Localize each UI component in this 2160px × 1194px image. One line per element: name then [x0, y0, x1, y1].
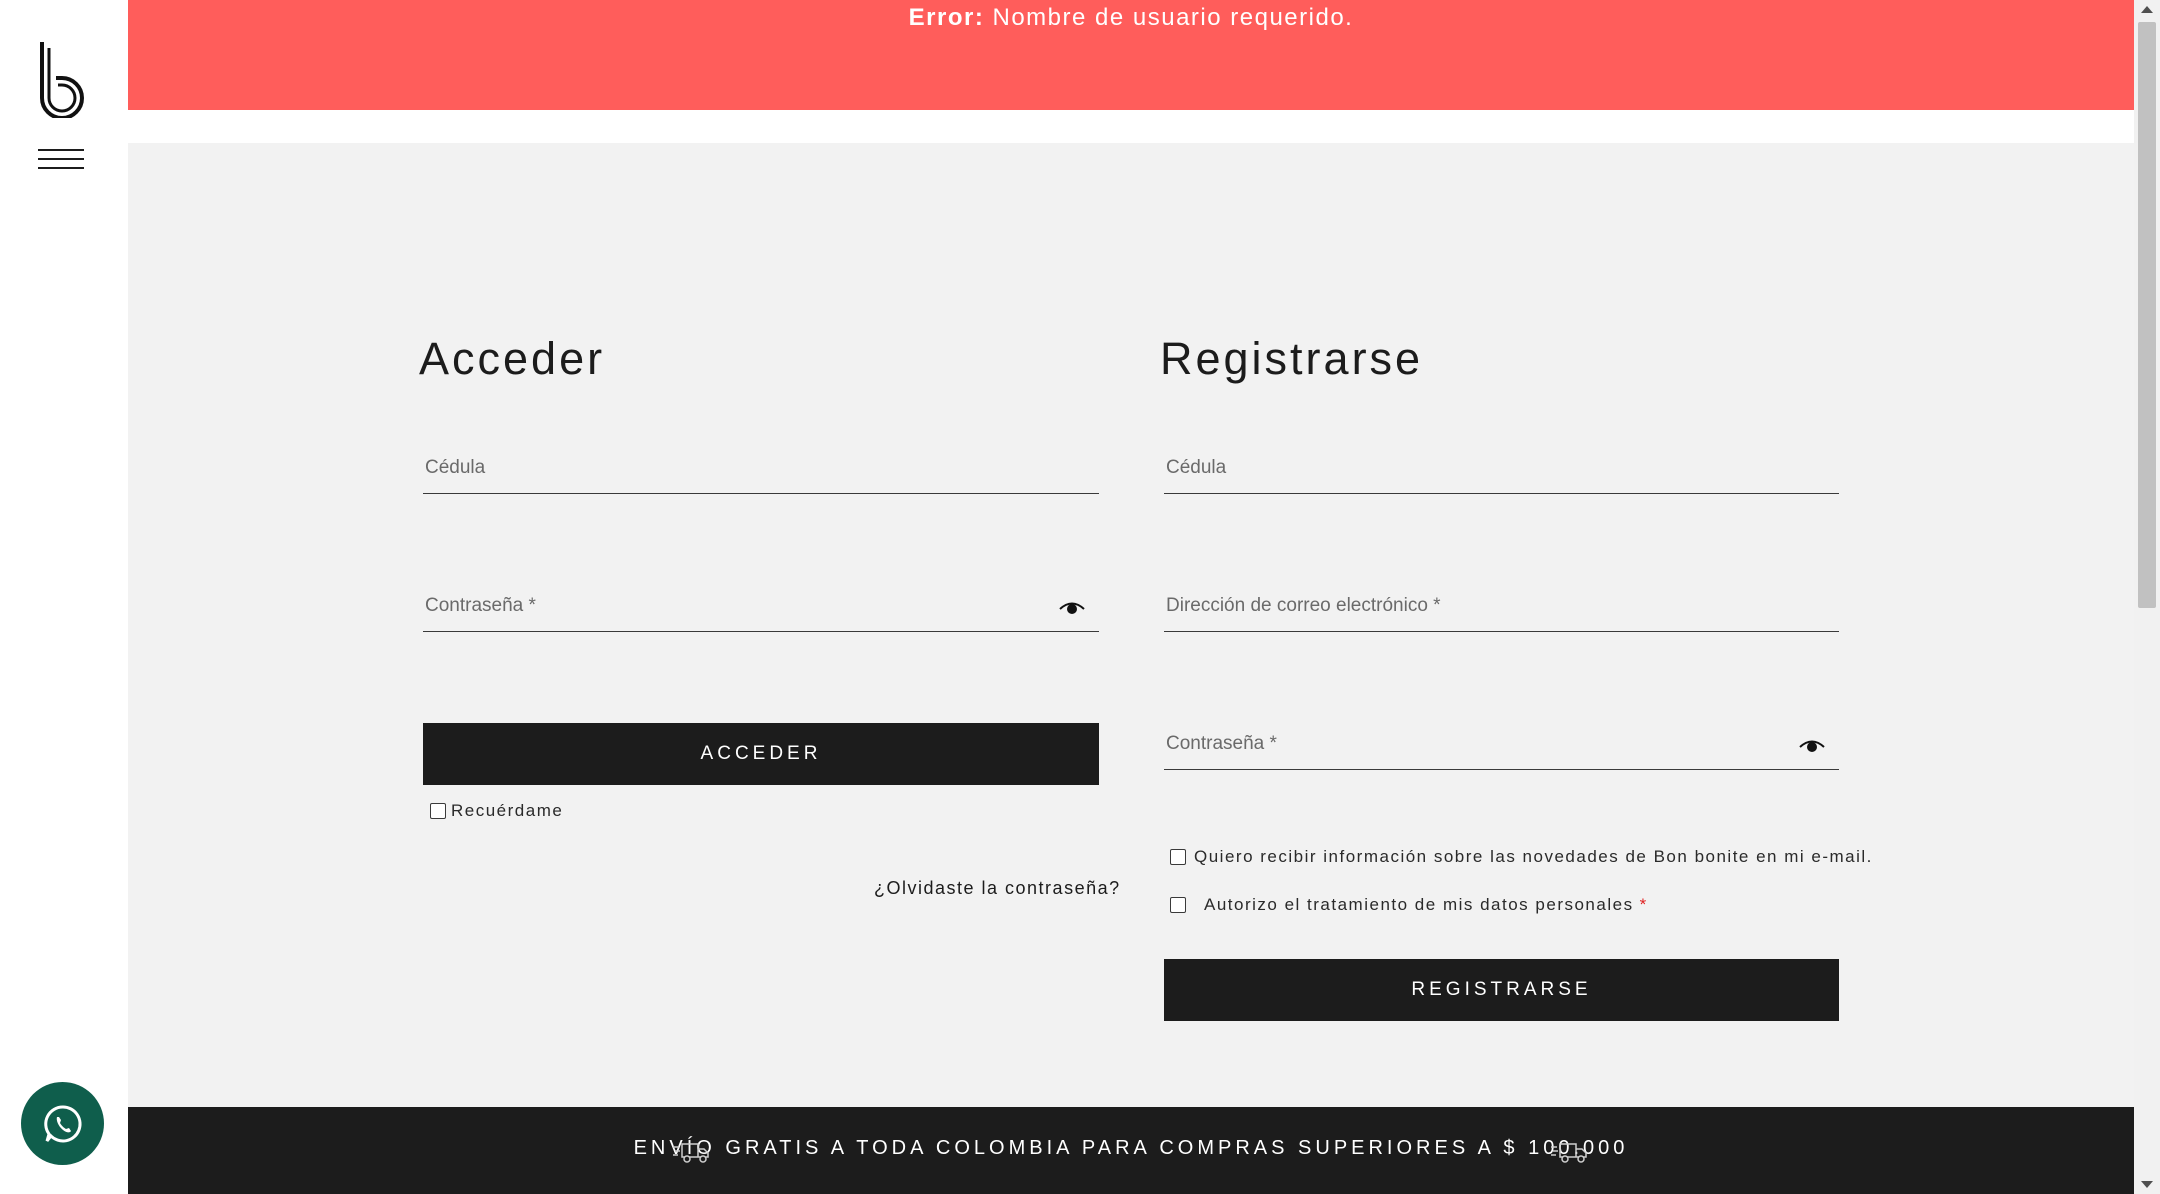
eye-icon[interactable] [1059, 601, 1085, 615]
register-submit-button[interactable]: REGISTRARSE [1164, 959, 1839, 1021]
side-rail [0, 0, 128, 1194]
remember-me-checkbox[interactable] [430, 803, 446, 819]
brand-logo[interactable] [36, 40, 88, 118]
login-submit-button[interactable]: ACCEDER [423, 723, 1099, 785]
register-title: Registrarse [1160, 333, 1424, 384]
scroll-up-arrow[interactable] [2141, 6, 2153, 13]
scroll-thumb[interactable] [2138, 22, 2156, 608]
consent-row: Autorizo el tratamiento de mis datos per… [1170, 895, 1648, 915]
delivery-truck-icon [673, 1143, 709, 1163]
newsletter-row: Quiero recibir información sobre las nov… [1170, 847, 1873, 867]
scroll-down-arrow[interactable] [2141, 1181, 2153, 1188]
consent-required-mark: * [1639, 895, 1648, 914]
register-password-field[interactable]: Contraseña * [1164, 717, 1839, 770]
free-shipping-banner: ENVÍO GRATIS A TODA COLOMBIA PARA COMPRA… [128, 1107, 2134, 1194]
login-cedula-placeholder: Cédula [425, 457, 486, 478]
consent-label: Autorizo el tratamiento de mis datos per… [1204, 895, 1634, 914]
error-label: Error: [908, 4, 985, 31]
newsletter-label: Quiero recibir información sobre las nov… [1194, 847, 1873, 866]
vertical-scrollbar[interactable] [2134, 0, 2160, 1194]
menu-hamburger-icon[interactable] [38, 149, 84, 171]
login-cedula-field[interactable]: Cédula [423, 441, 1099, 494]
error-banner: Error: Nombre de usuario requerido. [128, 0, 2134, 110]
remember-me-label: Recuérdame [451, 801, 564, 820]
register-email-placeholder: Dirección de correo electrónico * [1166, 595, 1441, 616]
login-password-field[interactable]: Contraseña * [423, 579, 1099, 632]
error-text: Nombre de usuario requerido. [992, 4, 1354, 31]
whatsapp-button[interactable] [21, 1082, 104, 1165]
consent-checkbox[interactable] [1170, 897, 1186, 913]
login-password-placeholder: Contraseña * [425, 595, 536, 616]
account-forms-section: Acceder Cédula Contraseña * ACCEDER Recu… [128, 143, 2134, 1107]
register-password-placeholder: Contraseña * [1166, 733, 1277, 754]
whatsapp-icon [43, 1104, 82, 1142]
free-shipping-text: ENVÍO GRATIS A TODA COLOMBIA PARA COMPRA… [633, 1137, 1629, 1159]
register-cedula-field[interactable]: Cédula [1164, 441, 1839, 494]
eye-icon[interactable] [1799, 739, 1825, 753]
register-email-field[interactable]: Dirección de correo electrónico * [1164, 579, 1839, 632]
newsletter-checkbox[interactable] [1170, 849, 1186, 865]
forgot-password-link[interactable]: ¿Olvidaste la contraseña? [874, 878, 1121, 899]
delivery-truck-icon [1551, 1143, 1587, 1163]
login-title: Acceder [419, 333, 606, 384]
register-cedula-placeholder: Cédula [1166, 457, 1227, 478]
remember-me-row: Recuérdame [430, 801, 563, 821]
error-message: Error: Nombre de usuario requerido. [128, 4, 2134, 32]
